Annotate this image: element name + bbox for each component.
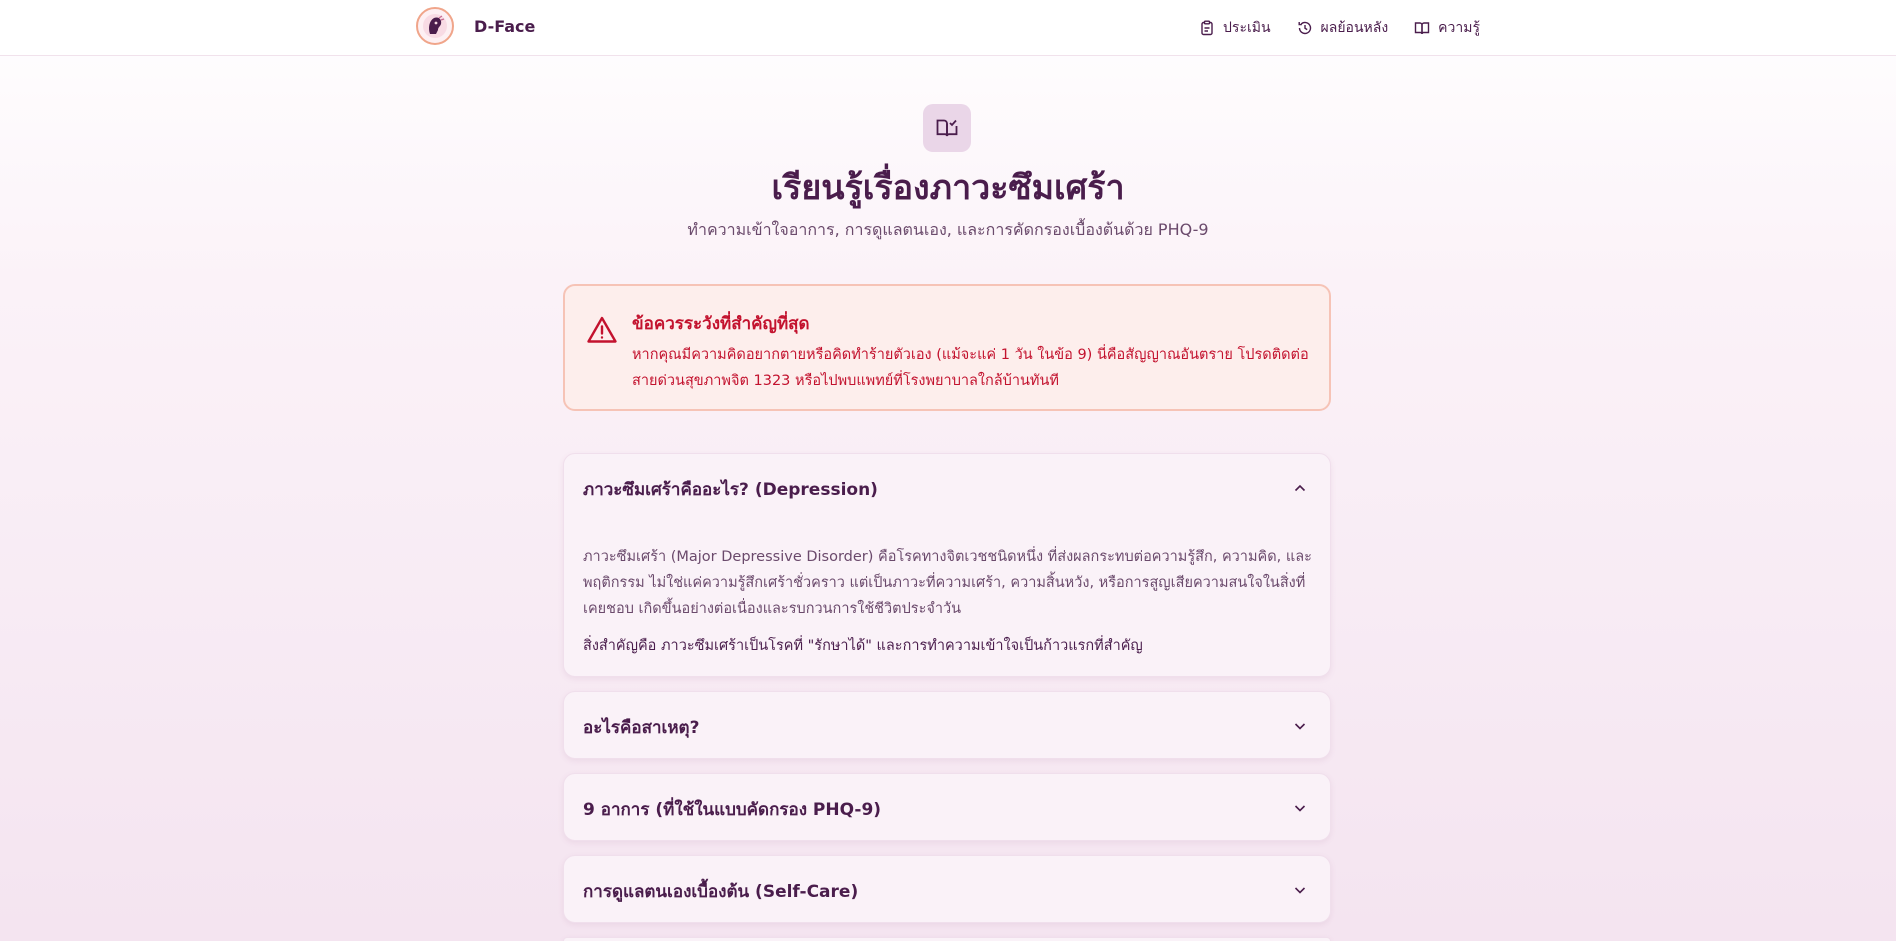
accordion-header[interactable]: อะไรคือสาเหตุ? xyxy=(583,714,699,741)
app-logo xyxy=(416,7,454,45)
alert-body: หากคุณมีความคิดอยากตายหรือคิดทำร้ายตัวเอ… xyxy=(632,347,1309,389)
alert-title: ข้อควรระวังที่สำคัญที่สุด xyxy=(632,314,810,334)
accordion-header[interactable]: การดูแลตนเองเบื้องต้น (Self-Care) xyxy=(583,878,858,905)
book-icon xyxy=(1414,22,1430,35)
clipboard-icon xyxy=(1201,20,1213,36)
accordion-next[interactable] xyxy=(563,937,1331,941)
accordion-causes[interactable]: อะไรคือสาเหตุ? xyxy=(563,691,1331,759)
chevron-down-icon[interactable] xyxy=(1292,882,1308,898)
brand[interactable]: D-Face xyxy=(416,7,535,45)
nav-item-label: ผลย้อนหลัง xyxy=(1320,20,1389,36)
crisis-alert: ข้อควรระวังที่สำคัญที่สุด หากคุณมีความคิ… xyxy=(563,284,1331,411)
chevron-down-icon[interactable] xyxy=(1292,718,1308,734)
book-check-icon xyxy=(923,104,971,152)
accordion-paragraph: สิ่งสำคัญคือ ภาวะซึมเศร้าเป็นโรคที่ "รัก… xyxy=(583,638,1143,654)
page-title: เรียนรู้เรื่องภาวะซึมเศร้า xyxy=(771,168,1125,208)
warning-icon xyxy=(587,316,617,343)
accordion-header[interactable]: ภาวะซึมเศร้าคืออะไร? (Depression) xyxy=(583,476,878,503)
chevron-down-icon[interactable] xyxy=(1292,800,1308,816)
accordion-phq9-symptoms[interactable]: 9 อาการ (ที่ใช้ในแบบคัดกรอง PHQ-9) xyxy=(563,773,1331,841)
nav-item-history[interactable]: ผลย้อนหลัง xyxy=(1297,17,1389,39)
nav-item-label: ประเมิน xyxy=(1223,20,1271,36)
main-nav: ประเมิน ผลย้อนหลัง ความรู้ xyxy=(1199,17,1480,39)
accordion-header[interactable]: 9 อาการ (ที่ใช้ในแบบคัดกรอง PHQ-9) xyxy=(583,796,881,823)
nav-item-label: ความรู้ xyxy=(1438,20,1480,36)
accordion-what-is-depression: ภาวะซึมเศร้าคืออะไร? (Depression) ภาวะซึ… xyxy=(563,453,1331,677)
app-name: D-Face xyxy=(474,16,536,36)
accordion-self-care[interactable]: การดูแลตนเองเบื้องต้น (Self-Care) xyxy=(563,855,1331,923)
accordion-paragraph: ภาวะซึมเศร้า (Major Depressive Disorder)… xyxy=(583,549,1312,617)
face-logo-icon xyxy=(423,14,447,38)
top-navbar: D-Face ประเมิน ผลย้อนหลัง ความรู้ xyxy=(0,0,1896,56)
nav-item-knowledge[interactable]: ความรู้ xyxy=(1414,17,1480,39)
nav-item-assessment[interactable]: ประเมิน xyxy=(1199,17,1271,39)
history-icon xyxy=(1298,21,1311,35)
chevron-up-icon[interactable] xyxy=(1292,480,1308,496)
page-subtitle: ทำความเข้าใจอาการ, การดูแลตนเอง, และการค… xyxy=(687,220,1209,239)
